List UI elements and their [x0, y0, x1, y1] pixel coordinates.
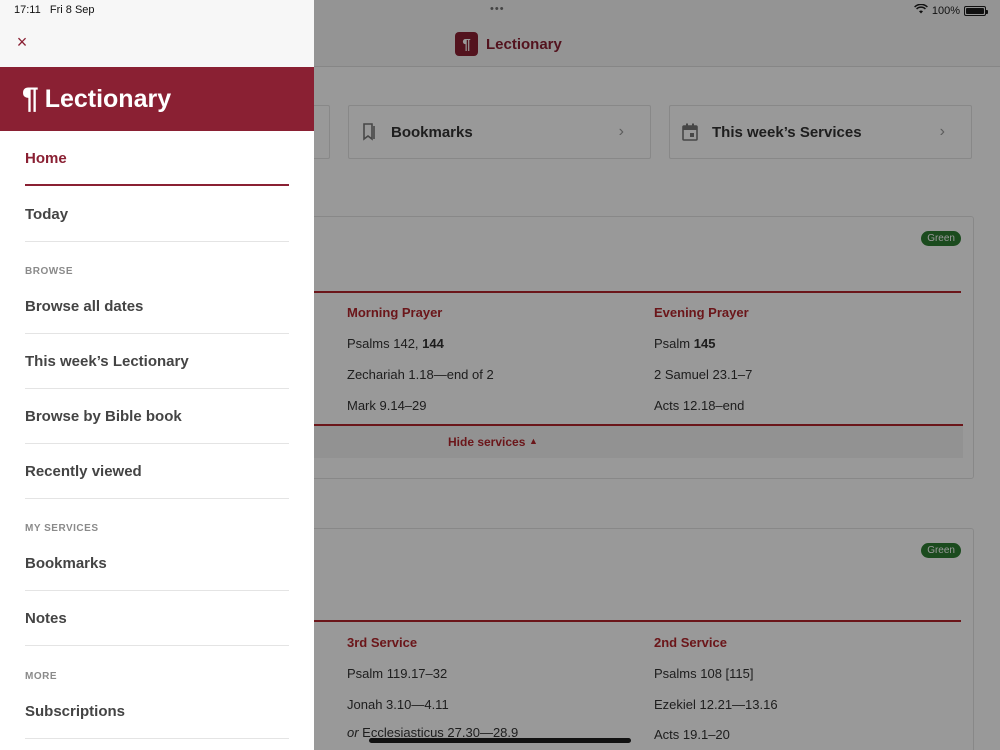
nav-item-recently-viewed[interactable]: Recently viewed [25, 444, 289, 499]
nav-item-label: Today [25, 206, 69, 223]
nav-item-browse-by-bible-book[interactable]: Browse by Bible book [25, 389, 289, 444]
nav-item-label: Subscriptions [25, 703, 126, 720]
nav-item-browse-all-dates[interactable]: Browse all dates [25, 279, 289, 334]
close-icon[interactable]: × [14, 33, 30, 51]
nav-item-home[interactable]: Home [25, 131, 289, 186]
nav-item-label: Browse by Bible book [25, 408, 182, 425]
status-indicators: 100% [913, 3, 988, 17]
battery-icon [964, 5, 988, 16]
drawer-title: Lectionary [44, 84, 172, 113]
status-time: 17:11 Fri 8 Sep [14, 4, 95, 16]
side-drawer: × ¶ Lectionary Home Today BROWSE Browse … [0, 0, 314, 750]
nav-item-notes[interactable]: Notes [25, 591, 289, 646]
battery-level [966, 7, 984, 14]
nav-item-label: Recently viewed [25, 463, 142, 480]
pilcrow-icon: ¶ [22, 82, 39, 115]
nav-item-label: Bookmarks [25, 555, 107, 572]
multitasking-dots-icon[interactable]: ••• [490, 3, 505, 15]
drawer-banner: ¶ Lectionary [0, 67, 314, 131]
nav-item-label: This week’s Lectionary [25, 353, 189, 370]
nav-item-today[interactable]: Today [25, 187, 289, 242]
nav-item-this-weeks-lectionary[interactable]: This week’s Lectionary [25, 334, 289, 389]
nav-item-label: Browse all dates [25, 298, 144, 315]
nav-item-label: Notes [25, 610, 67, 627]
section-label-more: MORE [25, 671, 57, 682]
section-label-browse: BROWSE [25, 266, 73, 277]
status-bar: 17:11 Fri 8 Sep ••• 100% [0, 0, 1000, 22]
nav-item-subscriptions[interactable]: Subscriptions [25, 684, 289, 739]
wifi-icon [913, 3, 928, 17]
home-indicator[interactable] [369, 738, 631, 743]
nav-item-bookmarks[interactable]: Bookmarks [25, 536, 289, 591]
section-label-my-services: MY SERVICES [25, 523, 99, 534]
battery-percent: 100% [931, 4, 960, 17]
nav-item-label: Home [25, 150, 67, 167]
